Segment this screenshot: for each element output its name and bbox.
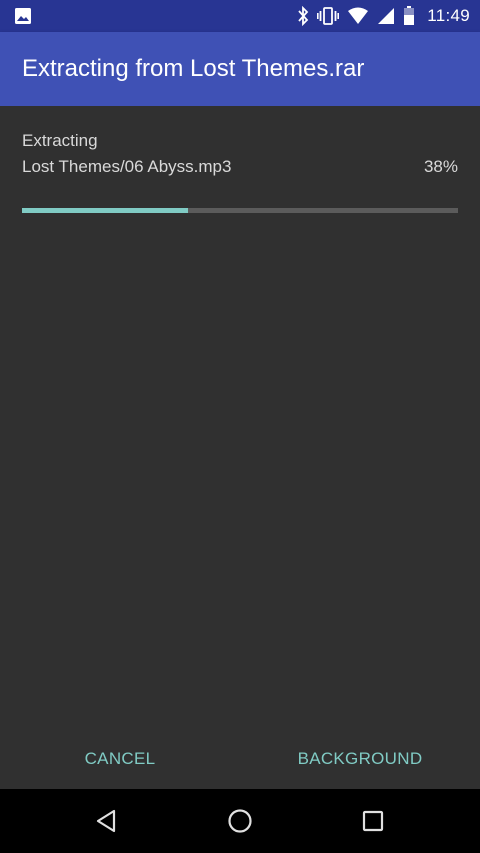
navigation-bar: [0, 789, 480, 853]
status-label: Extracting: [22, 131, 98, 150]
recents-icon[interactable]: [357, 805, 389, 837]
back-icon[interactable]: [91, 805, 123, 837]
clock: 11:49: [427, 6, 470, 25]
status-icons: 11:49: [297, 0, 470, 32]
extraction-dialog: Extracting Lost Themes/06 Abyss.mp3 38% …: [0, 106, 480, 789]
app-bar: Extracting from Lost Themes.rar: [0, 32, 480, 106]
home-icon[interactable]: [224, 805, 256, 837]
cancel-button[interactable]: CANCEL: [70, 739, 170, 779]
page-title: Extracting from Lost Themes.rar: [22, 55, 365, 82]
wifi-icon: [347, 7, 369, 25]
progress-bar: [22, 208, 458, 213]
signal-icon: [377, 7, 395, 25]
battery-icon: [403, 6, 415, 26]
progress-bar-fill: [22, 208, 188, 213]
progress-percent: 38%: [423, 157, 458, 176]
background-button[interactable]: BACKGROUND: [285, 739, 435, 779]
bluetooth-icon: [297, 6, 309, 26]
vibrate-icon: [317, 6, 340, 26]
image-notification-icon: [14, 7, 32, 25]
status-bar: 11:49: [0, 0, 480, 32]
current-file-name: Lost Themes/06 Abyss.mp3: [22, 157, 232, 176]
